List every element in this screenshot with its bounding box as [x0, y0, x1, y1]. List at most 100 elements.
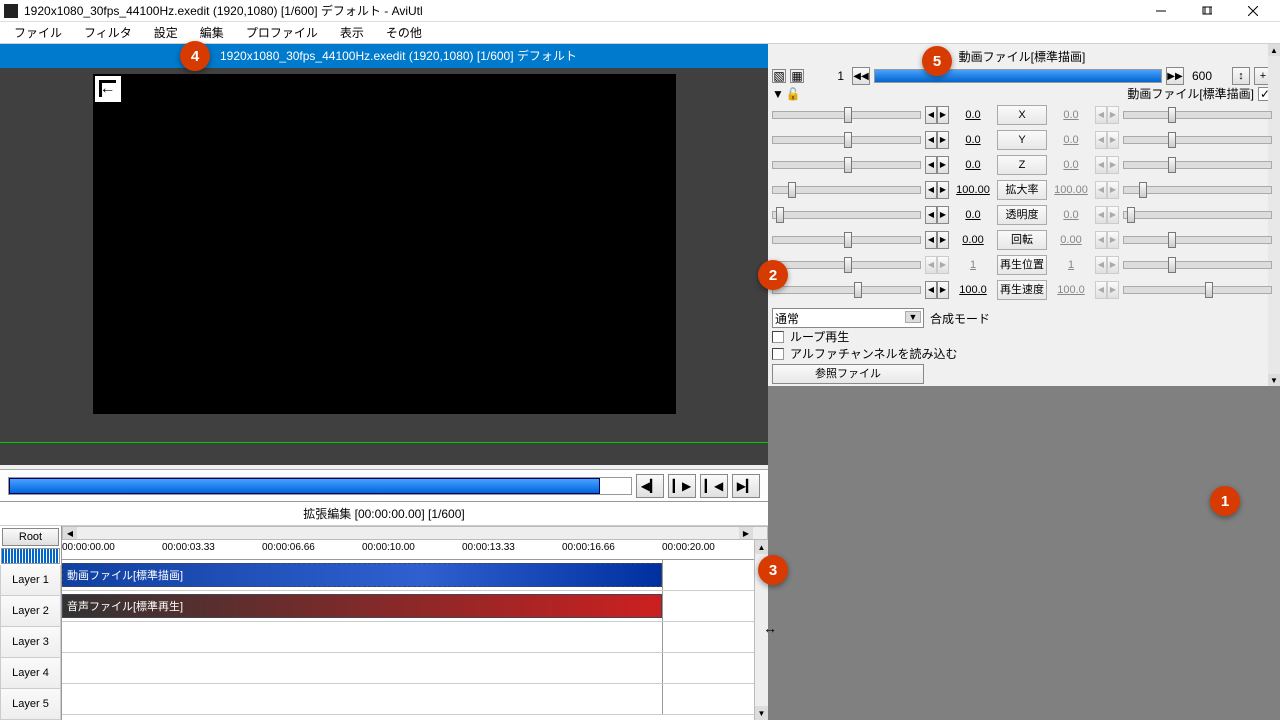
next-frame-button[interactable]: ▎▶ — [668, 474, 696, 498]
param-dec-l[interactable]: ◀ — [925, 106, 937, 124]
param-dec-r[interactable]: ◀ — [1095, 131, 1107, 149]
param-name-button[interactable]: 拡大率 — [997, 180, 1047, 200]
param-value-r[interactable]: 0.0 — [1051, 159, 1091, 171]
prev-frame-button[interactable]: ◀▎ — [636, 474, 664, 498]
param-inc-l[interactable]: ▶ — [937, 106, 949, 124]
param-dec-r[interactable]: ◀ — [1095, 231, 1107, 249]
param-value-l[interactable]: 0.0 — [953, 134, 993, 146]
param-dec-r[interactable]: ◀ — [1095, 206, 1107, 224]
close-button[interactable] — [1230, 0, 1276, 22]
param-dec-l[interactable]: ◀ — [925, 181, 937, 199]
alpha-checkbox[interactable] — [772, 348, 784, 360]
param-value-l[interactable]: 0.0 — [953, 159, 993, 171]
panel-scroll-down-icon[interactable]: ▼ — [1268, 374, 1280, 386]
loop-checkbox[interactable] — [772, 331, 784, 343]
param-slider-r[interactable] — [1123, 161, 1272, 169]
param-dec-l[interactable]: ◀ — [925, 206, 937, 224]
param-inc-l[interactable]: ▶ — [937, 281, 949, 299]
track-row-5[interactable] — [62, 684, 768, 715]
param-dec-l[interactable]: ◀ — [925, 281, 937, 299]
param-value-r[interactable]: 0.0 — [1051, 134, 1091, 146]
anchor-button[interactable]: ↕ — [1232, 67, 1250, 85]
param-value-l[interactable]: 0.0 — [953, 209, 993, 221]
timeline-zoom-slider[interactable] — [1, 548, 60, 564]
filter-display-icon[interactable]: ▦ — [790, 69, 804, 83]
param-name-button[interactable]: 再生位置 — [997, 255, 1047, 275]
param-slider-l[interactable] — [772, 136, 921, 144]
param-dec-r[interactable]: ◀ — [1095, 181, 1107, 199]
param-slider-r[interactable] — [1123, 286, 1272, 294]
param-value-r[interactable]: 0.0 — [1051, 109, 1091, 121]
param-inc-r[interactable]: ▶ — [1107, 106, 1119, 124]
param-name-button[interactable]: Y — [997, 130, 1047, 150]
audio-clip[interactable]: 音声ファイル[標準再生] — [62, 594, 662, 618]
param-value-l[interactable]: 100.0 — [953, 284, 993, 296]
param-inc-r[interactable]: ▶ — [1107, 256, 1119, 274]
param-value-l[interactable]: 1 — [953, 259, 993, 271]
lock-icon[interactable]: 🔓 — [786, 87, 801, 101]
param-inc-l[interactable]: ▶ — [937, 131, 949, 149]
preview-video[interactable]: ← — [93, 74, 676, 414]
param-value-l[interactable]: 100.00 — [953, 184, 993, 196]
param-inc-l[interactable]: ▶ — [937, 206, 949, 224]
menu-view[interactable]: 表示 — [330, 22, 374, 43]
track-row-1[interactable]: 動画ファイル[標準描画] — [62, 560, 768, 591]
param-dec-r[interactable]: ◀ — [1095, 256, 1107, 274]
param-inc-r[interactable]: ▶ — [1107, 131, 1119, 149]
layer-label-4[interactable]: Layer 4 — [0, 658, 61, 689]
param-value-l[interactable]: 0.0 — [953, 109, 993, 121]
seek-slider[interactable] — [8, 477, 632, 495]
expand-icon[interactable]: ▼ — [772, 87, 784, 101]
param-inc-r[interactable]: ▶ — [1107, 281, 1119, 299]
timeline-scroll-h[interactable]: ◀ ▶ — [62, 526, 768, 540]
go-start-button[interactable]: ▎◀ — [700, 474, 728, 498]
param-name-button[interactable]: 回転 — [997, 230, 1047, 250]
layer-label-2[interactable]: Layer 2 — [0, 596, 61, 627]
scroll-up-icon[interactable]: ▲ — [755, 540, 768, 554]
param-inc-r[interactable]: ▶ — [1107, 231, 1119, 249]
root-button[interactable]: Root — [2, 528, 59, 546]
layer-label-5[interactable]: Layer 5 — [0, 689, 61, 720]
scroll-right-icon[interactable]: ▶ — [739, 527, 753, 539]
frame-next-button[interactable]: ▶▶ — [1166, 67, 1184, 85]
param-dec-r[interactable]: ◀ — [1095, 106, 1107, 124]
param-value-r[interactable]: 0.00 — [1051, 234, 1091, 246]
param-inc-r[interactable]: ▶ — [1107, 181, 1119, 199]
frame-start[interactable]: 1 — [808, 69, 848, 83]
blend-mode-select[interactable]: 通常 — [772, 308, 924, 328]
video-clip[interactable]: 動画ファイル[標準描画] — [62, 563, 662, 587]
menu-profile[interactable]: プロファイル — [236, 22, 328, 43]
param-slider-l[interactable] — [772, 286, 921, 294]
param-slider-r[interactable] — [1123, 261, 1272, 269]
menu-file[interactable]: ファイル — [4, 22, 72, 43]
param-name-button[interactable]: 再生速度 — [997, 280, 1047, 300]
param-value-l[interactable]: 0.00 — [953, 234, 993, 246]
menu-settings[interactable]: 設定 — [144, 22, 188, 43]
track-row-2[interactable]: 音声ファイル[標準再生] — [62, 591, 768, 622]
param-inc-r[interactable]: ▶ — [1107, 206, 1119, 224]
param-slider-l[interactable] — [772, 111, 921, 119]
param-name-button[interactable]: 透明度 — [997, 205, 1047, 225]
param-name-button[interactable]: Z — [997, 155, 1047, 175]
param-slider-r[interactable] — [1123, 136, 1272, 144]
param-value-r[interactable]: 100.00 — [1051, 184, 1091, 196]
frame-end[interactable]: 600 — [1188, 69, 1228, 83]
maximize-button[interactable] — [1184, 0, 1230, 22]
param-dec-l[interactable]: ◀ — [925, 256, 937, 274]
scroll-down-icon[interactable]: ▼ — [755, 706, 768, 720]
param-slider-r[interactable] — [1123, 211, 1272, 219]
param-dec-r[interactable]: ◀ — [1095, 281, 1107, 299]
layer-label-3[interactable]: Layer 3 — [0, 627, 61, 658]
param-dec-l[interactable]: ◀ — [925, 156, 937, 174]
param-slider-l[interactable] — [772, 211, 921, 219]
param-slider-r[interactable] — [1123, 186, 1272, 194]
param-slider-l[interactable] — [772, 236, 921, 244]
param-slider-l[interactable] — [772, 261, 921, 269]
go-end-button[interactable]: ▶▎ — [732, 474, 760, 498]
param-name-button[interactable]: X — [997, 105, 1047, 125]
param-inc-l[interactable]: ▶ — [937, 181, 949, 199]
minimize-button[interactable] — [1138, 0, 1184, 22]
param-slider-r[interactable] — [1123, 111, 1272, 119]
menu-edit[interactable]: 編集 — [190, 22, 234, 43]
param-dec-l[interactable]: ◀ — [925, 231, 937, 249]
